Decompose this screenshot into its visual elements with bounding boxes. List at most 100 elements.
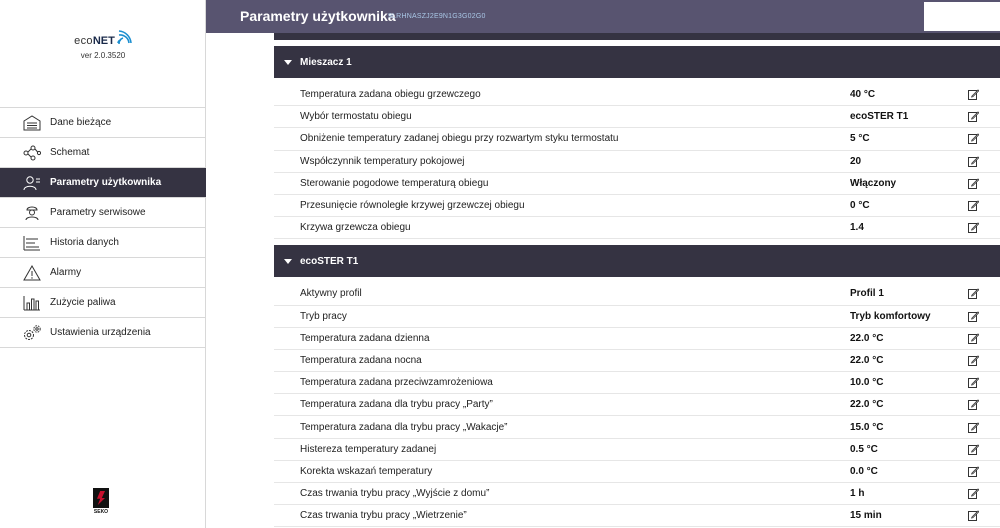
edit-icon[interactable] [960, 354, 986, 366]
sidebar-item-dane-biezace[interactable]: Dane bieżące [0, 108, 206, 138]
brand-text: SEKO [93, 509, 109, 515]
param-row: Przesunięcie równoległe krzywej grzewcze… [274, 195, 1000, 218]
param-value: 22.0 °C [850, 332, 884, 344]
sidebar-item-schemat[interactable]: Schemat [0, 138, 206, 168]
param-label: Temperatura zadana dzienna [300, 332, 430, 344]
schema-icon [22, 143, 42, 163]
sidebar-item-historia-danych[interactable]: Historia danych [0, 228, 206, 258]
param-value: 0.0 °C [850, 465, 878, 477]
param-row: Współczynnik temperatury pokojowej 20 [274, 151, 1000, 173]
sidebar-item-alarmy[interactable]: Alarmy [0, 258, 206, 288]
param-row: Temperatura zadana obiegu grzewczego 40 °… [274, 84, 1000, 107]
brand-mark [93, 488, 109, 508]
param-label: Tryb pracy [300, 310, 347, 322]
param-value: 22.0 °C [850, 399, 884, 411]
settings-icon [22, 323, 42, 343]
edit-icon[interactable] [960, 222, 986, 234]
param-row: Korekta wskazań temperatury 0.0 °C [274, 461, 1000, 483]
edit-icon[interactable] [960, 155, 986, 167]
sidebar-item-label: Parametry użytkownika [50, 177, 162, 188]
param-label: Temperatura zadana dla trybu pracy „Part… [300, 399, 493, 411]
sidebar: eco NET ver 2.0.3520 Dane bieżące Schemat [0, 0, 206, 528]
sidebar-item-label: Parametry serwisowe [50, 207, 146, 218]
edit-icon[interactable] [960, 421, 986, 433]
service-params-icon [22, 203, 42, 223]
edit-icon[interactable] [960, 89, 986, 101]
section-header-ecoster-t1[interactable]: ecoSTER T1 [274, 245, 1000, 278]
edit-icon[interactable] [960, 510, 986, 522]
param-value: 1.4 [850, 222, 864, 234]
param-label: Krzywa grzewcza obiegu [300, 222, 411, 234]
param-label: Współczynnik temperatury pokojowej [300, 155, 465, 167]
app-logo: eco NET ver 2.0.3520 [0, 30, 206, 60]
edit-icon[interactable] [960, 111, 986, 123]
param-label: Sterowanie pogodowe temperaturą obiegu [300, 177, 489, 189]
edit-icon[interactable] [960, 200, 986, 212]
edit-icon[interactable] [960, 288, 986, 300]
param-row: Temperatura zadana nocna 22.0 °C [274, 350, 1000, 373]
section-title: ecoSTER T1 [300, 255, 359, 267]
param-label: Czas trwania trybu pracy „Wyjście z domu… [300, 488, 490, 500]
edit-icon[interactable] [960, 488, 986, 500]
param-value: Profil 1 [850, 288, 884, 300]
param-value: 5 °C [850, 133, 870, 145]
edit-icon[interactable] [960, 465, 986, 477]
sidebar-item-label: Ustawienia urządzenia [50, 327, 151, 338]
param-value: 0 °C [850, 200, 870, 212]
param-label: Przesunięcie równoległe krzywej grzewcze… [300, 200, 525, 212]
section-title: Mieszacz 1 [300, 56, 352, 68]
param-value: 1 h [850, 488, 865, 500]
sidebar-item-label: Zużycie paliwa [50, 297, 116, 308]
sidebar-item-parametry-serwisowe[interactable]: Parametry serwisowe [0, 198, 206, 228]
param-label: Temperatura zadana obiegu grzewczego [300, 89, 481, 101]
edit-icon[interactable] [960, 133, 986, 145]
edit-icon[interactable] [960, 443, 986, 455]
sidebar-item-label: Historia danych [50, 237, 119, 248]
param-value: Tryb komfortowy [850, 310, 931, 322]
param-row: Obniżenie temperatury zadanej obiegu prz… [274, 128, 1000, 151]
param-row: Tryb pracy Tryb komfortowy [274, 306, 1000, 328]
param-row: Temperatura zadana przeciwzamrożeniowa 10… [274, 372, 1000, 395]
param-value: 15 min [850, 510, 882, 522]
current-data-icon [22, 113, 42, 133]
param-row: Czas trwania trybu pracy „Wietrzenie” 15 … [274, 505, 1000, 528]
param-value: ecoSTER T1 [850, 111, 909, 123]
section-rows: Temperatura zadana obiegu grzewczego 40 °… [274, 78, 1000, 240]
param-label: Temperatura zadana przeciwzamrożeniowa [300, 377, 493, 389]
param-row: Temperatura zadana dla trybu pracy „Part… [274, 394, 1000, 417]
param-label: Obniżenie temperatury zadanej obiegu prz… [300, 133, 619, 145]
param-row: Temperatura zadana dla trybu pracy „Waka… [274, 416, 1000, 439]
sidebar-item-zuzycie-paliwa[interactable]: Zużycie paliwa [0, 288, 206, 318]
param-row: Sterowanie pogodowe temperaturą obiegu Wł… [274, 173, 1000, 195]
sidebar-item-label: Schemat [50, 147, 90, 158]
param-row: Temperatura zadana dzienna 22.0 °C [274, 328, 1000, 350]
section-header-mieszacz-1[interactable]: Mieszacz 1 [274, 46, 1000, 78]
param-value: 40 °C [850, 89, 876, 101]
edit-icon[interactable] [960, 310, 986, 322]
param-label: Histereza temperatury zadanej [300, 443, 437, 455]
edit-icon[interactable] [960, 377, 986, 389]
param-label: Temperatura zadana dla trybu pracy „Waka… [300, 421, 508, 433]
collapse-triangle-icon[interactable] [284, 59, 292, 65]
param-row: Aktywny profil Profil 1 [274, 283, 1000, 306]
edit-icon[interactable] [960, 332, 986, 344]
param-value: Włączony [850, 177, 897, 189]
edit-icon[interactable] [960, 399, 986, 411]
sidebar-menu: Dane bieżące Schemat Parametry użytkowni… [0, 107, 206, 348]
sidebar-item-label: Dane bieżące [50, 117, 112, 128]
device-serial: 9LRHNASZJ2E9N1G3G02G0 [388, 13, 486, 20]
wifi-waves-icon [117, 30, 132, 44]
sidebar-item-parametry-uzytkownika[interactable]: Parametry użytkownika [0, 168, 206, 198]
param-row: Czas trwania trybu pracy „Wyjście z domu… [274, 483, 1000, 506]
logo-net-text: NET [92, 35, 115, 47]
param-row: Wybór termostatu obiegu ecoSTER T1 [274, 106, 1000, 129]
param-label: Czas trwania trybu pracy „Wietrzenie” [300, 510, 467, 522]
param-row: Histereza temperatury zadanej 0.5 °C [274, 439, 1000, 461]
header-user-box[interactable] [924, 2, 1000, 31]
edit-icon[interactable] [960, 177, 986, 189]
page-header: Parametry użytkownika 9LRHNASZJ2E9N1G3G0… [206, 0, 1000, 33]
collapse-triangle-icon[interactable] [284, 258, 292, 264]
fuel-icon [22, 293, 42, 313]
sidebar-item-ustawienia-urzadzenia[interactable]: Ustawienia urządzenia [0, 318, 206, 348]
page-title: Parametry użytkownika [240, 8, 396, 24]
